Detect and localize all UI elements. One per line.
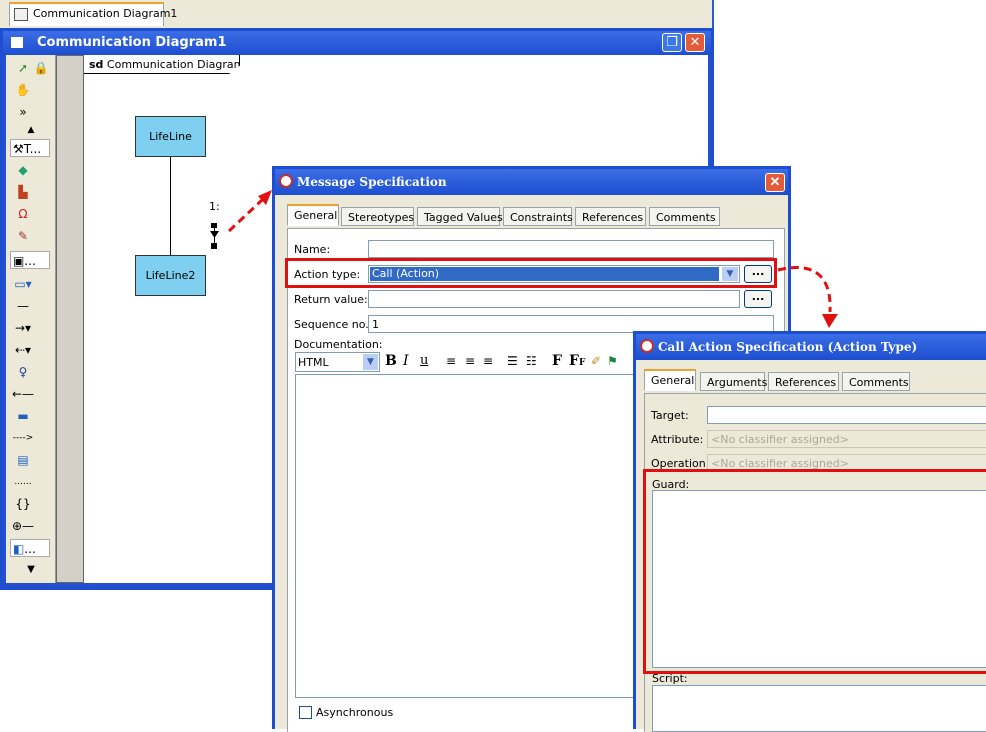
callout-arrowhead-2 — [822, 314, 838, 328]
callout-arrow-1 — [227, 198, 264, 233]
callout-arrow-2 — [777, 265, 832, 313]
callout-arrows — [227, 190, 838, 328]
